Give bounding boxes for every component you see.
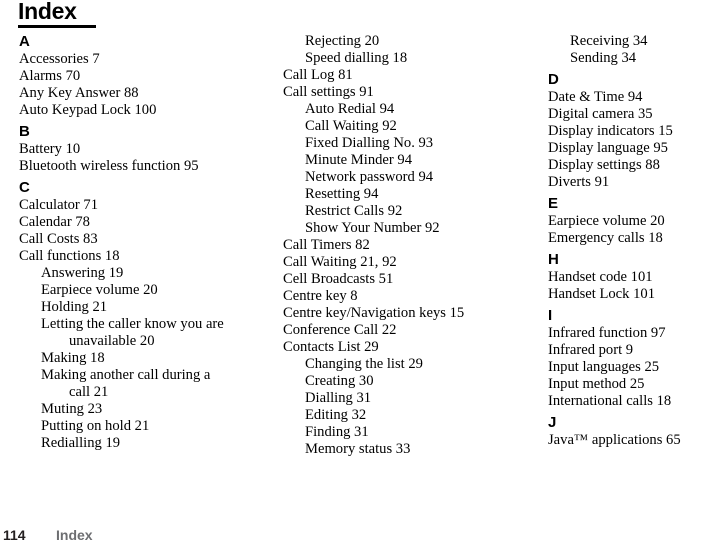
index-subentry: Memory status 33 <box>305 441 411 457</box>
index-entry: Calendar 78 <box>19 214 90 230</box>
index-subentry: Resetting 94 <box>305 186 379 202</box>
index-entry: Any Key Answer 88 <box>19 85 139 101</box>
index-entry: International calls 18 <box>548 393 672 409</box>
index-letter-heading: J <box>548 414 557 431</box>
title-underline-rule <box>18 25 96 28</box>
index-entry: Cell Broadcasts 51 <box>283 271 394 287</box>
footer-section-label: Index <box>56 527 93 543</box>
index-entry: Conference Call 22 <box>283 322 397 338</box>
page-title-block: Index <box>18 0 96 28</box>
index-subentry: Changing the list 29 <box>305 356 423 372</box>
index-subentry: Receiving 34 <box>570 33 648 49</box>
index-entry: Accessories 7 <box>19 51 100 67</box>
index-subentry: Fixed Dialling No. 93 <box>305 135 434 151</box>
index-columns: A Accessories 7 Alarms 70 Any Key Answer 88… <box>0 33 703 520</box>
index-entry: Auto Keypad Lock 100 <box>19 102 157 118</box>
index-subentry: Restrict Calls 92 <box>305 203 403 219</box>
index-subentry: Show Your Number 92 <box>305 220 440 236</box>
index-letter-heading: A <box>19 33 30 50</box>
index-subentry: Making 18 <box>41 350 105 366</box>
index-entry: Call functions 18 <box>19 248 120 264</box>
index-entry: Earpiece volume 20 <box>548 213 665 229</box>
index-entry: Handset Lock 101 <box>548 286 655 302</box>
index-entry: Call Log 81 <box>283 67 353 83</box>
page-footer: 114 Index <box>0 527 703 547</box>
index-entry: Bluetooth wireless function 95 <box>19 158 199 174</box>
index-entry: Centre key 8 <box>283 288 358 304</box>
index-subentry: Earpiece volume 20 <box>41 282 158 298</box>
index-entry: Call Waiting 21, 92 <box>283 254 397 270</box>
index-subentry: Dialling 31 <box>305 390 372 406</box>
footer-page-number: 114 <box>3 527 26 543</box>
index-subentry: Editing 32 <box>305 407 367 423</box>
index-entry: Calculator 71 <box>19 197 99 213</box>
index-entry: Java™ applications 65 <box>548 432 681 448</box>
index-letter-heading: H <box>548 251 559 268</box>
index-entry: Display language 95 <box>548 140 668 156</box>
index-subentry: Network password 94 <box>305 169 434 185</box>
index-subentry: Speed dialling 18 <box>305 50 408 66</box>
index-entry: Display indicators 15 <box>548 123 673 139</box>
index-entry: Handset code 101 <box>548 269 653 285</box>
index-entry: Call Costs 83 <box>19 231 98 247</box>
index-column-2: Rejecting 20 Speed dialling 18 Call Log 81… <box>283 33 496 458</box>
index-subentry: Redialling 19 <box>41 435 121 451</box>
index-letter-heading: I <box>548 307 552 324</box>
index-subentry: Finding 31 <box>305 424 369 440</box>
index-letter-heading: B <box>19 123 30 140</box>
index-entry: Emergency calls 18 <box>548 230 663 246</box>
index-entry: Diverts 91 <box>548 174 610 190</box>
index-subentry: Creating 30 <box>305 373 374 389</box>
index-subentry: Holding 21 <box>41 299 108 315</box>
index-subentry: Call Waiting 92 <box>305 118 397 134</box>
index-entry: Input method 25 <box>548 376 645 392</box>
index-letter-heading: E <box>548 195 558 212</box>
index-entry: Call settings 91 <box>283 84 374 100</box>
index-subentry: Muting 23 <box>41 401 103 417</box>
index-subentry: Letting the caller know you are unavaila… <box>41 316 228 349</box>
page-title: Index <box>18 0 77 24</box>
index-entry: Battery 10 <box>19 141 81 157</box>
index-subentry: Rejecting 20 <box>305 33 380 49</box>
index-subentry: Answering 19 <box>41 265 124 281</box>
index-entry: Input languages 25 <box>548 359 660 375</box>
index-column-3: Receiving 34 Sending 34 D Date & Time 94 Dig… <box>548 33 703 449</box>
index-entry: Contacts List 29 <box>283 339 379 355</box>
index-subentry: Auto Redial 94 <box>305 101 395 117</box>
index-letter-heading: C <box>19 179 30 196</box>
index-subentry: Making another call during a call 21 <box>41 367 215 400</box>
index-subentry: Minute Minder 94 <box>305 152 413 168</box>
index-subentry: Putting on hold 21 <box>41 418 150 434</box>
index-entry: Alarms 70 <box>19 68 81 84</box>
index-entry: Infrared function 97 <box>548 325 666 341</box>
index-entry: Call Timers 82 <box>283 237 370 253</box>
index-letter-heading: D <box>548 71 559 88</box>
index-entry: Infrared port 9 <box>548 342 634 358</box>
index-entry: Display settings 88 <box>548 157 660 173</box>
index-entry: Centre key/Navigation keys 15 <box>283 305 465 321</box>
index-column-1: A Accessories 7 Alarms 70 Any Key Answer 88… <box>19 33 232 452</box>
index-subentry: Sending 34 <box>570 50 637 66</box>
index-entry: Date & Time 94 <box>548 89 643 105</box>
index-entry: Digital camera 35 <box>548 106 653 122</box>
